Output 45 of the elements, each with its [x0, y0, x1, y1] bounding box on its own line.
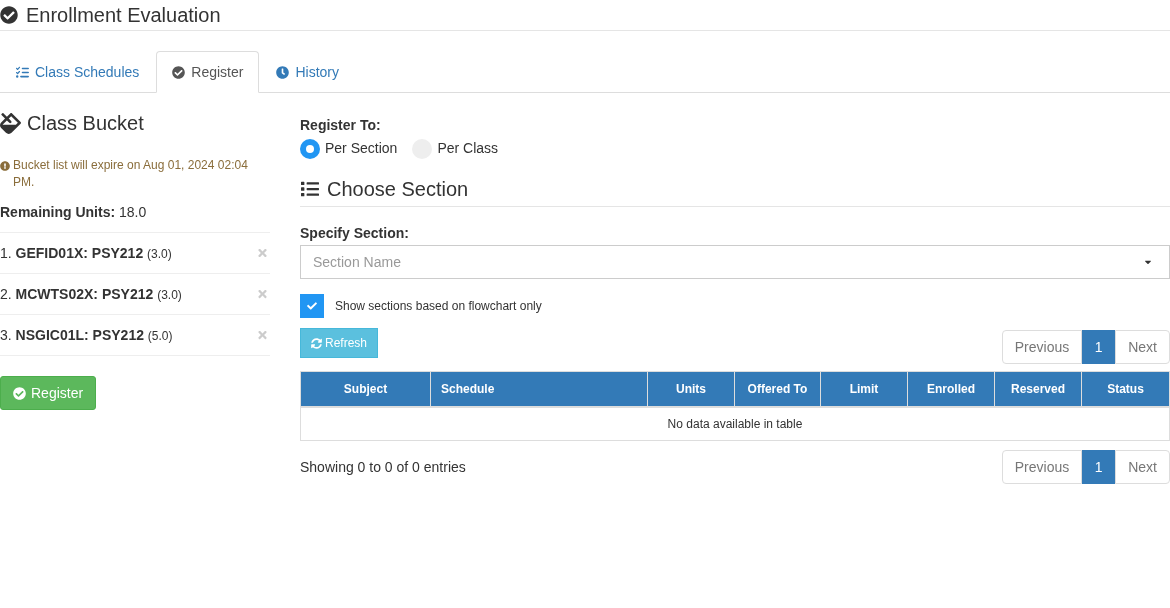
list-icon [300, 180, 320, 198]
empty-table-message: No data available in table [300, 406, 1170, 441]
refresh-icon [311, 337, 322, 349]
column-header: Limit [820, 371, 908, 407]
column-header: Enrolled [907, 371, 995, 407]
tab[interactable]: Class Schedules [0, 51, 156, 93]
column-header: Subject [300, 371, 431, 407]
remove-button[interactable] [257, 329, 268, 341]
page-title: Enrollment Evaluation [26, 3, 221, 27]
section-heading: Choose Section [327, 177, 469, 201]
remaining-units: Remaining Units: 18.0 [0, 204, 147, 220]
expiry-notice: Bucket list will expire on Aug 01, 2024 02:04 PM. [13, 157, 249, 191]
column-header: Units [647, 371, 735, 407]
column-header: Schedule [430, 371, 648, 407]
checkbox[interactable] [300, 294, 324, 318]
paint-bucket-icon [0, 112, 21, 134]
check-icon [307, 301, 317, 311]
column-header: Status [1081, 371, 1170, 407]
field-label: Register To: [300, 116, 381, 135]
section-heading: Class Bucket [27, 111, 144, 135]
bucket-item: 1. GEFID01X: PSY212 (3.0) [0, 243, 172, 263]
warning-icon [0, 161, 10, 171]
remove-button[interactable] [257, 288, 268, 300]
radio-button[interactable] [300, 138, 320, 159]
remove-button[interactable] [257, 247, 268, 259]
radio-label: Per Section [325, 139, 398, 158]
register-button[interactable]: Register [0, 376, 97, 410]
tab[interactable]: History [260, 51, 355, 93]
table-info: Showing 0 to 0 of 0 entries [300, 457, 466, 477]
section-select[interactable]: Section Name [300, 245, 1170, 279]
tab[interactable]: Register [156, 51, 260, 93]
radio-label: Per Class [437, 139, 499, 158]
close-icon [257, 247, 268, 259]
bucket-item: 3. NSGIC01L: PSY212 (5.0) [0, 325, 173, 345]
column-header: Reserved [994, 371, 1082, 407]
field-label: Specify Section: [300, 224, 409, 243]
bucket-item: 2. MCWTS02X: PSY212 (3.0) [0, 284, 182, 304]
close-icon [257, 288, 268, 300]
clock-icon [276, 65, 290, 79]
page-button[interactable]: 1 [1082, 450, 1116, 484]
page-button[interactable]: 1 [1082, 330, 1116, 364]
list-checks-icon [16, 65, 29, 79]
checkbox-label: Show sections based on flowchart only [335, 298, 542, 315]
close-icon [257, 329, 268, 341]
column-header: Offered To [734, 371, 821, 407]
